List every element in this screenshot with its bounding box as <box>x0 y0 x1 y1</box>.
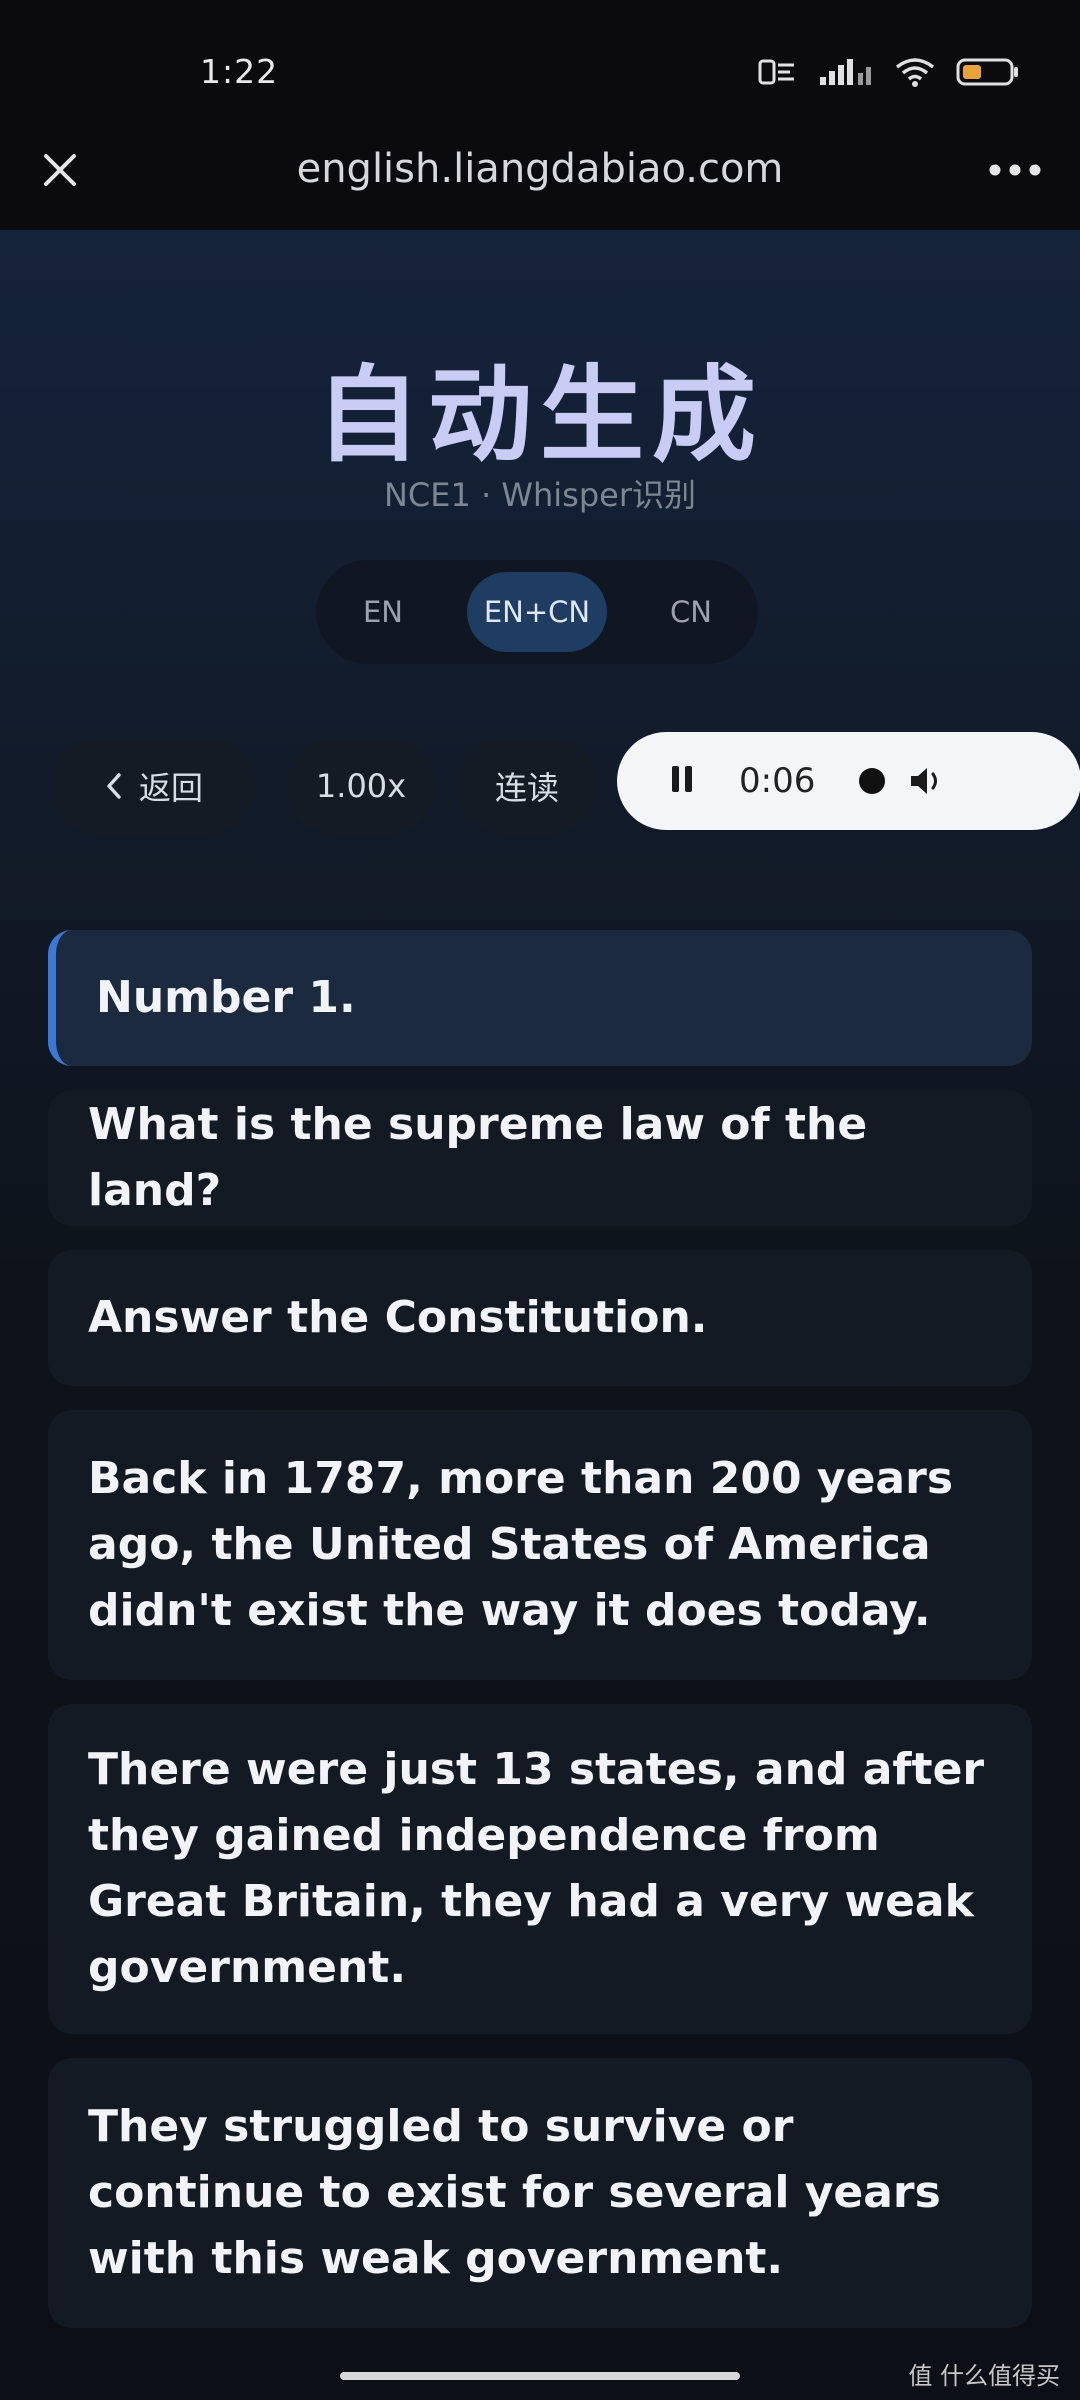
chevron-left-icon <box>107 773 121 799</box>
watermark: 值 什么值得买 <box>908 2356 1060 2391</box>
sentence-text: Number 1. <box>96 972 356 1023</box>
wifi-icon <box>894 56 936 88</box>
battery-icon <box>956 57 1020 87</box>
sentence-item[interactable]: Answer the Constitution. <box>48 1250 1032 1386</box>
sentence-text: Back in 1787, more than 200 years ago, t… <box>88 1453 954 1636</box>
volume-icon <box>911 768 938 794</box>
lang-option-cn[interactable]: CN <box>636 572 746 652</box>
status-icons <box>758 56 1020 88</box>
sentence-item[interactable]: What is the supreme law of the land? <box>48 1090 1032 1226</box>
sentence-text: There were just 13 states, and after the… <box>88 1744 985 1993</box>
pause-icon <box>672 766 692 792</box>
speed-button[interactable]: 1.00x <box>286 738 436 834</box>
sentence-item[interactable]: They struggled to survive or continue to… <box>48 2058 1032 2328</box>
sentence-text: They struggled to survive or continue to… <box>88 2101 941 2284</box>
nfc-icon <box>758 57 798 87</box>
lang-option-en-cn[interactable]: EN+CN <box>467 572 607 652</box>
lang-option-en[interactable]: EN <box>328 572 438 652</box>
signal-icon <box>818 57 874 87</box>
back-button[interactable]: 返回 <box>50 738 256 834</box>
url-text: english.liangdabiao.com <box>296 146 784 192</box>
page-subtitle: NCE1 · Whisper识别 <box>383 476 697 514</box>
sentence-text: What is the supreme law of the land? <box>88 1099 868 1216</box>
progress-thumb[interactable] <box>859 768 886 794</box>
back-label: 返回 <box>138 769 203 807</box>
sentence-text: Answer the Constitution. <box>88 1292 708 1343</box>
language-toggle: EN EN+CN CN <box>316 560 758 664</box>
continuous-read-button[interactable]: 连读 <box>456 738 598 834</box>
sentence-item-active[interactable]: Number 1. <box>48 930 1032 1066</box>
watermark-text: 值 什么值得买 <box>908 2362 1060 2390</box>
sentence-item[interactable]: Back in 1787, more than 200 years ago, t… <box>48 1410 1032 1680</box>
audio-player: 0:06 <box>617 732 1080 830</box>
pause-button[interactable] <box>669 763 695 799</box>
controls-row: 返回 1.00x 连读 0:06 <box>50 732 1080 834</box>
page-title: 自动生成 <box>315 354 764 476</box>
home-indicator[interactable] <box>340 2372 740 2380</box>
more-button[interactable] <box>980 140 1050 200</box>
volume-button[interactable] <box>907 764 947 798</box>
page-content: 自动生成 NCE1 · Whisper识别 EN EN+CN CN 返回 1.0… <box>0 230 1080 2400</box>
browser-bar: english.liangdabiao.com <box>0 110 1080 230</box>
sentence-item[interactable]: There were just 13 states, and after the… <box>48 1704 1032 2034</box>
audio-time: 0:06 <box>739 761 816 801</box>
more-icon <box>989 164 1041 176</box>
status-time: 1:22 <box>200 52 279 91</box>
